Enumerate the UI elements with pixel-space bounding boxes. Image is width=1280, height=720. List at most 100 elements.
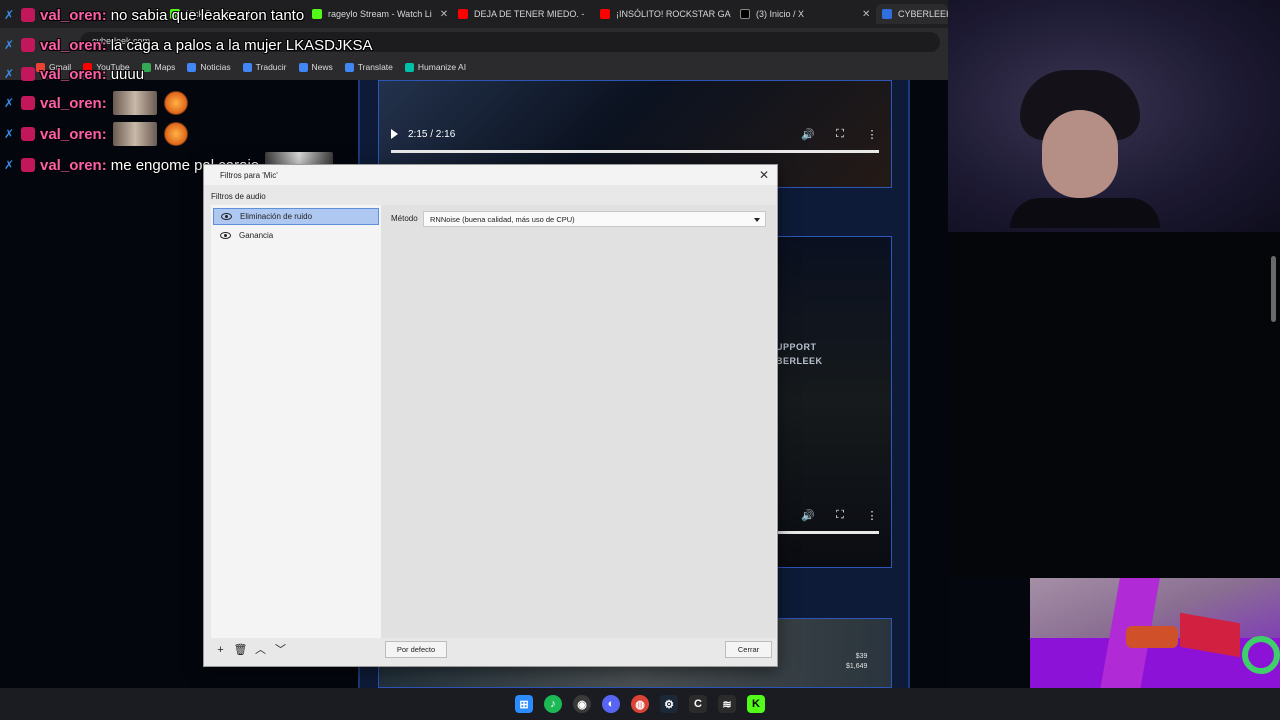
chat-username: val_oren: [40, 156, 107, 174]
spotify-icon[interactable]: ♪ [544, 695, 562, 713]
chat-message: ✗ val_oren: no sabia que leakearon tanto [4, 4, 304, 26]
support-text: UPPORT BERLEEK [776, 340, 823, 368]
close-icon[interactable]: ✕ [440, 9, 448, 20]
bookmark-label: News [311, 62, 333, 72]
tab-rageylo-stream[interactable]: rageylo Stream - Watch Li ✕ [312, 4, 450, 24]
x-icon [740, 9, 750, 19]
sword-badge-icon: ✗ [4, 38, 15, 52]
tab-label: CYBERLEEK [898, 9, 948, 19]
bookmark-traducir[interactable]: Traducir [242, 62, 287, 72]
chat-username: val_oren: [40, 36, 107, 54]
bookmark-label: Translate [357, 62, 393, 72]
bookmark-news[interactable]: News [298, 62, 333, 72]
price-line-2: $1,649 [846, 663, 868, 670]
taskbar: ⊞ ♪ ◉ ◐ ◍ ⚙ C ≋ K [0, 688, 1280, 720]
filter-item-gain[interactable]: Ganancia [213, 227, 379, 244]
side-panel [948, 232, 1280, 578]
chat-message: ✗ val_oren: [4, 122, 189, 146]
sub-badge-icon [21, 96, 35, 110]
bookmark-noticias[interactable]: Noticias [187, 62, 231, 72]
news-icon [187, 62, 197, 72]
method-label: Método [391, 214, 418, 223]
translate-icon [242, 62, 252, 72]
discord-icon[interactable]: ◐ [602, 695, 620, 713]
video-controls: 2:15 / 2:16 🔊 ⛶ ⋮ [391, 124, 879, 144]
bookmark-label: Traducir [255, 62, 287, 72]
bookmark-label: Maps [154, 62, 176, 72]
filter-item-noise-suppression[interactable]: Eliminación de ruido [213, 208, 379, 225]
method-select[interactable]: RNNoise (buena calidad, más uso de CPU) [423, 211, 766, 227]
app-icon[interactable]: ≋ [718, 695, 736, 713]
filter-label: Eliminación de ruido [240, 212, 313, 221]
chevron-down-icon [754, 218, 760, 222]
kick-icon [312, 9, 322, 19]
volume-icon[interactable]: 🔊 [801, 128, 815, 141]
chat-username: val_oren: [40, 6, 107, 24]
sub-badge-icon [21, 38, 35, 52]
eye-icon[interactable] [220, 232, 231, 239]
defaults-button[interactable]: Por defecto [385, 641, 447, 658]
add-icon[interactable]: + [213, 643, 228, 658]
tab-label: ¡INSÓLITO! ROCKSTAR GA [616, 9, 731, 19]
more-options-icon[interactable]: ⋮ [865, 128, 879, 141]
tab-cyberleek[interactable]: CYBERLEEK [876, 4, 948, 24]
sub-badge-icon [21, 158, 35, 172]
tab-label: rageylo Stream - Watch Li [328, 9, 432, 19]
page-scrollbar[interactable] [1271, 256, 1276, 322]
fire-emote [162, 91, 189, 115]
sword-badge-icon: ✗ [4, 67, 15, 81]
filter-list-toolbar: + 🗑 ︿ ﹀ [213, 643, 288, 658]
sword-badge-icon: ✗ [4, 127, 15, 141]
trash-icon[interactable]: 🗑 [233, 643, 248, 658]
tab-youtube-1[interactable]: DEJA DE TENER MIEDO. - ✕ [458, 4, 586, 24]
sword-badge-icon: ✗ [4, 158, 15, 172]
method-value: RNNoise (buena calidad, más uso de CPU) [430, 215, 575, 224]
support-line-2: BERLEEK [776, 356, 823, 366]
tab-label: DEJA DE TENER MIEDO. - [474, 9, 585, 19]
bookmark-translate[interactable]: Translate [344, 62, 393, 72]
filter-properties: Método RNNoise (buena calidad, más uso d… [381, 205, 776, 638]
close-icon[interactable]: ✕ [757, 168, 771, 182]
tab-x[interactable]: (3) Inicio / X ✕ [740, 4, 870, 24]
obs-icon[interactable]: ◉ [573, 695, 591, 713]
youtube-icon [600, 9, 610, 19]
steam-icon[interactable]: ⚙ [660, 695, 678, 713]
tab-youtube-2[interactable]: ¡INSÓLITO! ROCKSTAR GA [600, 4, 732, 24]
face-emote [112, 91, 157, 115]
fullscreen-icon[interactable]: ⛶ [833, 509, 847, 522]
chat-text: la caga a palos a la mujer LKASDJKSA [110, 36, 373, 54]
sub-badge-icon [21, 8, 35, 22]
windows-start-icon[interactable]: ⊞ [515, 695, 533, 713]
dialog-title-bar: Filtros para 'Mic' [204, 165, 777, 185]
eye-icon[interactable] [221, 213, 232, 220]
chrome-icon[interactable]: ◍ [631, 695, 649, 713]
chat-message: ✗ val_oren: [4, 91, 189, 115]
chat-username: val_oren: [40, 65, 107, 83]
filter-list: Eliminación de ruido Ganancia [211, 205, 381, 638]
video-progress-bar[interactable] [391, 150, 879, 153]
move-down-icon[interactable]: ﹀ [273, 643, 288, 658]
streamer-webcam [1010, 70, 1160, 228]
close-icon[interactable]: ✕ [862, 9, 870, 20]
chat-text: no sabia que leakearon tanto [110, 6, 305, 24]
kick-icon[interactable]: K [747, 695, 765, 713]
chat-message: ✗ val_oren: la caga a palos a la mujer L… [4, 34, 373, 56]
cyberleek-icon [882, 9, 892, 19]
filter-label: Ganancia [239, 231, 274, 240]
close-button[interactable]: Cerrar [725, 641, 772, 658]
more-options-icon[interactable]: ⋮ [865, 509, 879, 522]
price-line-1: $39 [855, 653, 868, 660]
move-up-icon[interactable]: ︿ [253, 643, 268, 658]
capcut-icon[interactable]: C [689, 695, 707, 713]
news-icon [298, 62, 308, 72]
bookmark-label: Noticias [200, 62, 231, 72]
face-emote [112, 122, 157, 146]
volume-icon[interactable]: 🔊 [801, 509, 815, 522]
bookmark-humanize-ai[interactable]: Humanize AI [404, 62, 466, 72]
bookmark-maps[interactable]: Maps [141, 62, 176, 72]
audio-filters-label: Filtros de audio [211, 192, 266, 201]
sub-badge-icon [21, 67, 35, 81]
play-icon[interactable] [391, 129, 398, 139]
fullscreen-icon[interactable]: ⛶ [833, 128, 847, 141]
screen: Kick Dashboard rageylo Stream - Watch Li… [0, 0, 1280, 720]
